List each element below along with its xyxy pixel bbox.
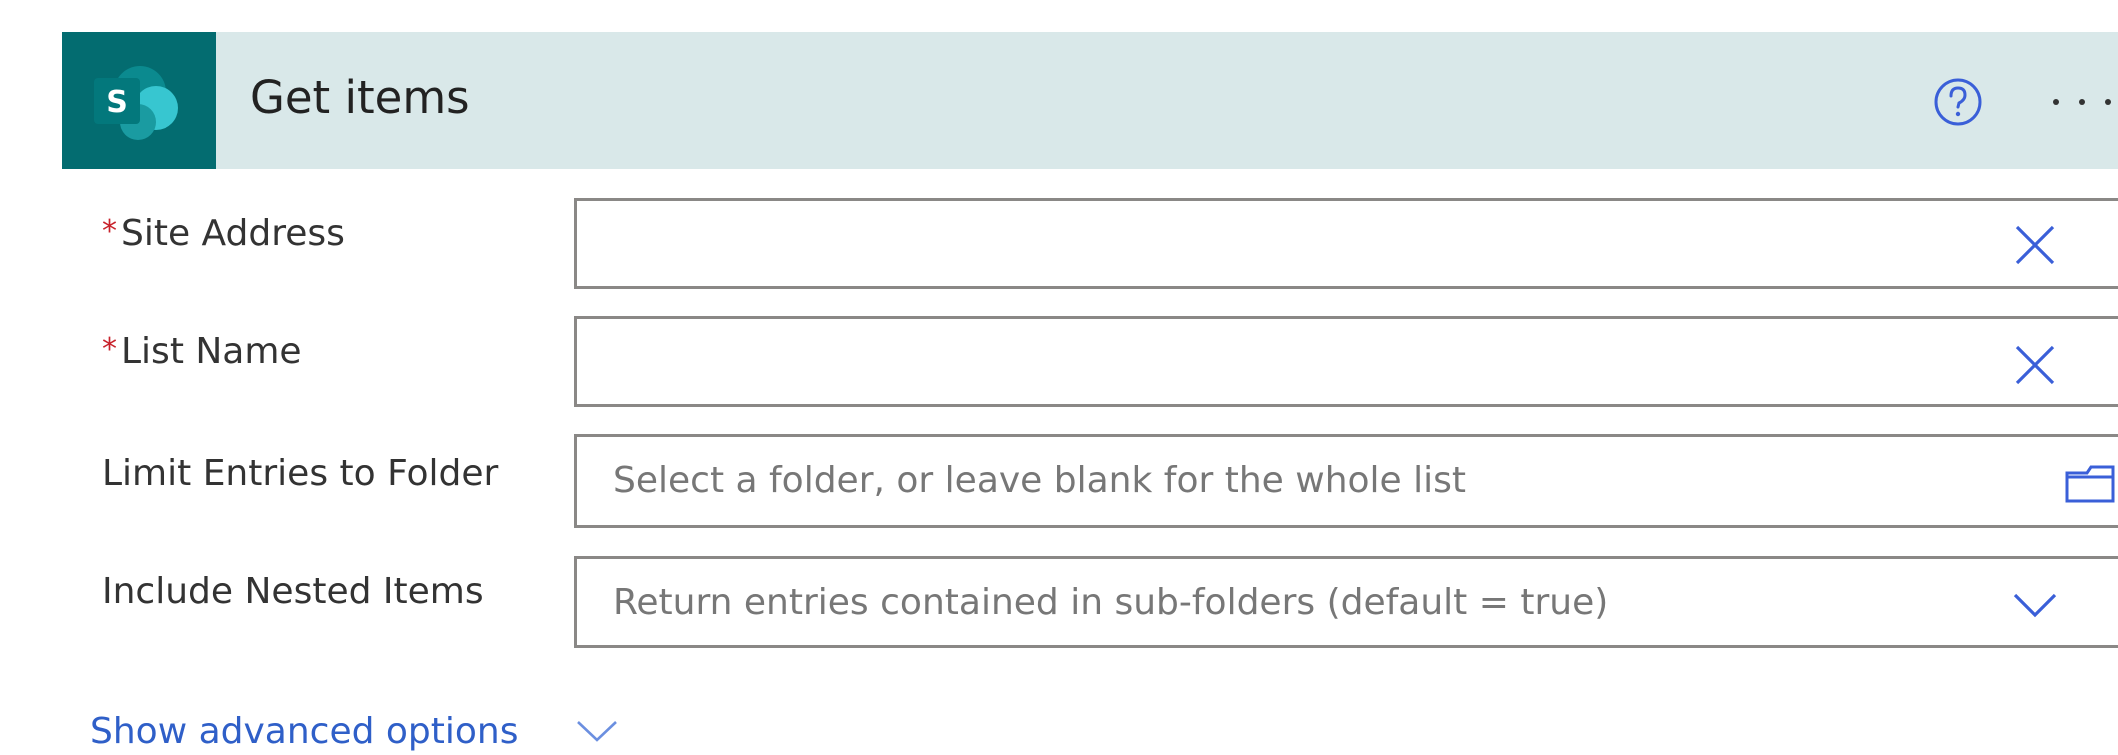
nested-items-dropdown[interactable]: Return entries contained in sub-folders …	[574, 556, 2118, 648]
folder-label: Limit Entries to Folder	[102, 453, 499, 494]
site-address-label-text: Site Address	[121, 213, 345, 254]
list-name-label-text: List Name	[121, 331, 302, 372]
get-items-action-card: S Get items * Site Address * List Name L…	[62, 0, 2118, 755]
required-marker: *	[102, 214, 117, 249]
chevron-down-icon[interactable]	[574, 716, 620, 746]
required-marker: *	[102, 332, 117, 367]
nested-items-label: Include Nested Items	[102, 571, 484, 612]
nested-items-placeholder: Return entries contained in sub-folders …	[613, 582, 1609, 623]
list-name-label: * List Name	[102, 330, 302, 376]
show-advanced-options-link[interactable]: Show advanced options	[90, 710, 519, 754]
action-title: Get items	[250, 71, 470, 124]
action-header[interactable]: S Get items	[62, 32, 2118, 169]
clear-icon[interactable]	[2009, 339, 2061, 391]
clear-icon[interactable]	[2009, 219, 2061, 271]
folder-placeholder: Select a folder, or leave blank for the …	[613, 460, 1467, 501]
folder-icon[interactable]	[2063, 457, 2115, 509]
chevron-down-icon[interactable]	[2009, 579, 2061, 631]
site-address-label: * Site Address	[102, 212, 345, 258]
site-address-input[interactable]	[574, 198, 2118, 289]
help-icon[interactable]	[1932, 76, 1984, 128]
more-options-icon[interactable]	[2042, 76, 2118, 128]
sharepoint-logo-letter: S	[106, 85, 128, 120]
folder-input[interactable]: Select a folder, or leave blank for the …	[574, 434, 2118, 528]
sharepoint-logo-icon: S	[62, 32, 216, 169]
list-name-input[interactable]	[574, 316, 2118, 407]
